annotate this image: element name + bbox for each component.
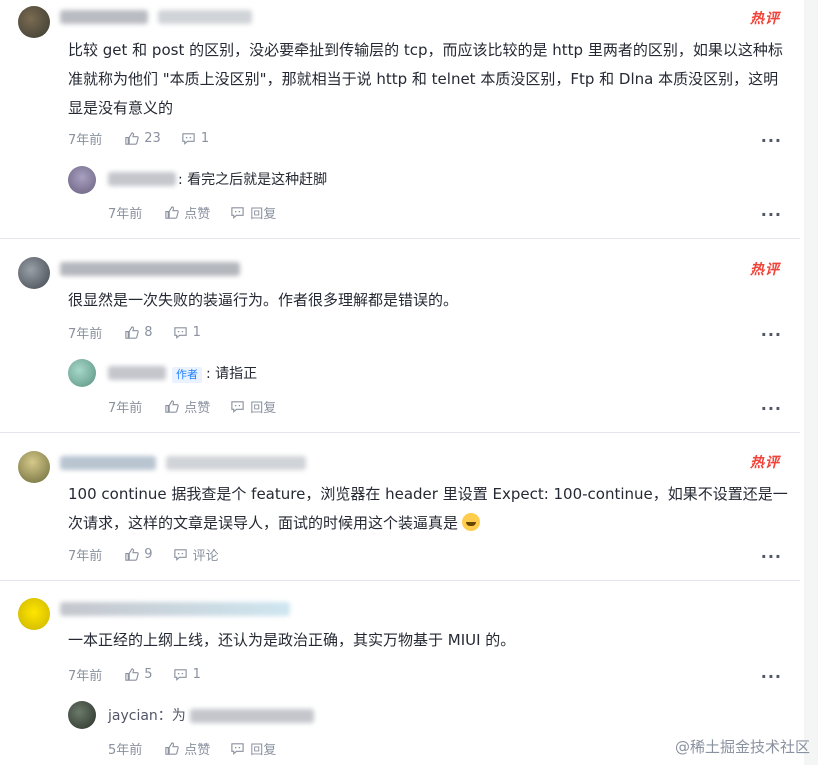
like-button[interactable]: 5 — [124, 666, 153, 682]
username-blurred[interactable] — [60, 602, 290, 616]
reply-button[interactable]: 回复 — [230, 203, 276, 222]
avatar[interactable] — [18, 6, 50, 38]
like-label: 点赞 — [184, 742, 211, 758]
comment-actions: 7年前 9 评论 — [68, 544, 239, 564]
username-blurred[interactable] — [60, 456, 156, 470]
reply-button[interactable]: 1 — [173, 325, 201, 340]
comment-actions: 7年前 23 1 — [68, 128, 229, 148]
reply-button[interactable]: 回复 — [230, 739, 276, 758]
hot-comment-badge: 热评 — [750, 262, 780, 278]
reply-time: 5年前 — [108, 742, 143, 758]
reply-content: : 看完之后就是这种赶脚 — [178, 172, 328, 188]
comment-icon — [182, 132, 195, 145]
like-button[interactable]: 9 — [124, 546, 153, 562]
comment-content: 很显然是一次失败的装逼行为。作者很多理解都是错误的。 — [68, 291, 459, 309]
comment-content: 100 continue 据我查是个 feature，浏览器在 header 里… — [68, 480, 788, 538]
like-button[interactable]: 点赞 — [164, 739, 210, 758]
user-title-blurred — [166, 456, 306, 470]
reply-avatar[interactable] — [68, 701, 96, 729]
reply-count: 1 — [192, 666, 201, 682]
avatar[interactable] — [18, 257, 50, 289]
reply-username-blurred[interactable] — [108, 366, 166, 380]
reply-actions: 5年前 点赞 回复 — [108, 738, 296, 758]
like-button[interactable]: 点赞 — [164, 203, 210, 222]
user-title-blurred — [158, 10, 252, 24]
more-options-icon[interactable]: ··· — [761, 669, 782, 685]
like-count: 8 — [144, 324, 153, 340]
comment-time: 7年前 — [68, 668, 103, 684]
reply-username-blurred[interactable] — [108, 172, 176, 186]
thumbs-up-icon — [125, 547, 140, 561]
reply-button[interactable]: 1 — [173, 667, 201, 682]
more-options-icon[interactable]: ··· — [761, 549, 782, 565]
avatar[interactable] — [18, 598, 50, 630]
like-button[interactable]: 点赞 — [164, 397, 210, 416]
reply-avatar[interactable] — [68, 359, 96, 387]
hot-comment-badge: 热评 — [750, 455, 780, 471]
username-blurred[interactable] — [60, 10, 148, 24]
scrollbar[interactable] — [804, 0, 818, 765]
divider — [0, 238, 800, 239]
like-count: 5 — [144, 666, 153, 682]
thumbs-up-icon — [125, 325, 140, 339]
comment-icon — [173, 548, 187, 561]
reply-avatar[interactable] — [68, 166, 96, 194]
comment-time: 7年前 — [68, 326, 103, 342]
comment-text: 100 continue 据我查是个 feature，浏览器在 header 里… — [68, 485, 788, 532]
reply-content: 作者: 请指正 — [172, 364, 257, 384]
laughing-emoji-icon — [462, 513, 481, 531]
more-options-icon[interactable]: ··· — [761, 327, 782, 343]
reply-button[interactable]: 1 — [181, 131, 209, 146]
comment-content: 比较 get 和 post 的区别，没必要牵扯到传输层的 tcp，而应该比较的是… — [68, 41, 783, 117]
like-button[interactable]: 23 — [124, 131, 161, 146]
comment-icon — [173, 668, 187, 681]
reply-text: : 请指正 — [206, 366, 258, 382]
comment-time: 7年前 — [68, 548, 103, 564]
comment-content: 一本正经的上纲上线，还认为是政治正确，其实万物基于 MIUI 的。 — [68, 631, 516, 649]
comment-icon — [231, 400, 244, 413]
reply-label: 回复 — [250, 400, 277, 416]
reply-count: 1 — [200, 130, 210, 146]
comment-actions: 7年前 8 1 — [68, 322, 221, 342]
comment-icon — [231, 206, 244, 219]
watermark: @稀土掘金技术社区 — [674, 738, 810, 756]
reply-content-blurred — [190, 709, 314, 723]
reply-label: 回复 — [250, 206, 277, 222]
reply-actions: 7年前 点赞 回复 — [108, 396, 296, 416]
more-options-icon[interactable]: ··· — [761, 207, 782, 223]
divider — [0, 432, 800, 433]
reply-actions: 7年前 点赞 回复 — [108, 202, 296, 222]
comment-button[interactable]: 评论 — [173, 545, 219, 564]
comment-icon — [231, 742, 244, 755]
thumbs-up-icon — [165, 741, 180, 755]
more-options-icon[interactable]: ··· — [761, 401, 782, 417]
comment-label: 评论 — [192, 548, 219, 564]
reply-button[interactable]: 回复 — [230, 397, 276, 416]
more-options-icon[interactable]: ··· — [761, 133, 782, 149]
username-blurred[interactable] — [60, 262, 240, 276]
reply-label: 回复 — [250, 742, 277, 758]
avatar[interactable] — [18, 451, 50, 483]
comment-time: 7年前 — [68, 132, 103, 148]
author-tag: 作者 — [172, 367, 202, 383]
reply-count: 1 — [192, 324, 201, 340]
like-count: 23 — [144, 130, 161, 146]
divider — [0, 580, 800, 581]
like-label: 点赞 — [184, 400, 211, 416]
thumbs-up-icon — [165, 399, 180, 413]
thumbs-up-icon — [125, 667, 140, 681]
thumbs-up-icon — [125, 131, 140, 145]
reply-time: 7年前 — [108, 400, 143, 416]
thumbs-up-icon — [165, 205, 180, 219]
reply-username-fragment[interactable]: jaycian：为 — [108, 706, 186, 726]
hot-comment-badge: 热评 — [750, 11, 780, 27]
like-button[interactable]: 8 — [124, 324, 153, 340]
reply-time: 7年前 — [108, 206, 143, 222]
comment-icon — [173, 326, 187, 339]
like-label: 点赞 — [184, 206, 211, 222]
like-count: 9 — [144, 546, 153, 562]
comment-actions: 7年前 5 1 — [68, 664, 221, 684]
